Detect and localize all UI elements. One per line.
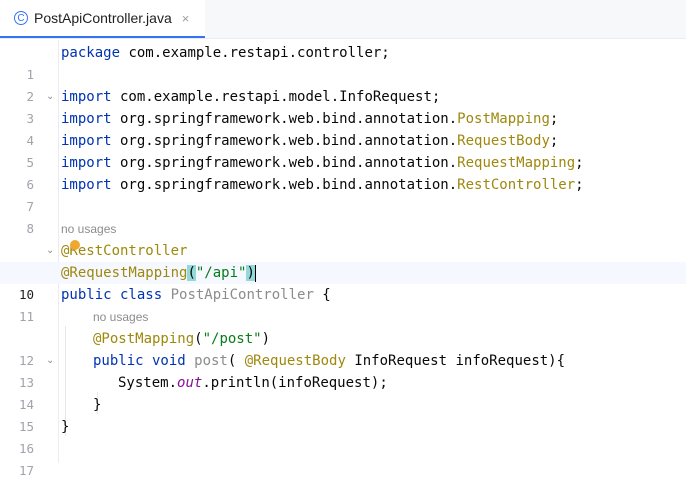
code-line: 11 public class PostApiController {: [0, 284, 686, 324]
code-text: import org.springframework.web.bind.anno…: [61, 177, 584, 193]
editor-tab-bar: C PostApiController.java ×: [0, 0, 686, 39]
tab-label: PostApiController.java: [34, 10, 172, 26]
code-line: 5 import org.springframework.web.bind.an…: [0, 130, 686, 170]
code-text: @RequestMapping("/api"): [61, 264, 256, 282]
code-line: 13 ⌄ public void post( @RequestBody Info…: [0, 350, 686, 390]
code-line: 7 import org.springframework.web.bind.an…: [0, 174, 686, 214]
close-icon[interactable]: ×: [182, 11, 190, 26]
code-line: 16 }: [0, 416, 686, 456]
code-line: 12 @PostMapping("/post"): [0, 328, 686, 368]
code-line-current: 10 @RequestMapping("/api"): [0, 262, 686, 302]
class-icon: C: [14, 11, 28, 25]
fold-chevron-icon[interactable]: ⌄: [46, 86, 54, 108]
code-text: public class PostApiController {: [61, 287, 331, 303]
code-text: }: [93, 397, 102, 413]
code-text: import org.springframework.web.bind.anno…: [61, 155, 584, 171]
code-line: 1 package com.example.restapi.controller…: [0, 42, 686, 82]
code-line: 9 ⌄ @RestController: [0, 240, 686, 280]
code-text: public void post( @RequestBody InfoReque…: [93, 353, 566, 369]
code-line: 14 System.out.println(infoRequest);: [0, 372, 686, 412]
code-text: }: [61, 419, 70, 435]
code-line: 4 import org.springframework.web.bind.an…: [0, 108, 686, 148]
code-text: import org.springframework.web.bind.anno…: [61, 133, 559, 149]
code-line: 3 ⌄ import com.example.restapi.model.Inf…: [0, 86, 686, 126]
usages-hint[interactable]: no usages: [93, 306, 148, 328]
intention-bulb-icon[interactable]: [70, 240, 80, 250]
code-editor[interactable]: 1 package com.example.restapi.controller…: [0, 40, 686, 478]
usages-hint[interactable]: no usages: [61, 218, 116, 240]
code-line: 17: [0, 438, 686, 478]
code-text: package com.example.restapi.controller;: [61, 45, 390, 61]
code-line: 6 import org.springframework.web.bind.an…: [0, 152, 686, 192]
line-number: 11: [18, 309, 34, 324]
text-caret: [254, 264, 256, 282]
tab-postapicontroller[interactable]: C PostApiController.java ×: [0, 0, 205, 38]
fold-chevron-icon[interactable]: ⌄: [46, 350, 54, 372]
code-text: import com.example.restapi.model.InfoReq…: [61, 89, 441, 105]
line-number: 8: [26, 221, 34, 236]
code-line: 2: [0, 64, 686, 104]
code-line: 15 }: [0, 394, 686, 434]
code-text: import org.springframework.web.bind.anno…: [61, 111, 559, 127]
code-text: @PostMapping("/post"): [93, 331, 271, 347]
line-number: 17: [18, 463, 34, 478]
code-line: 8: [0, 196, 686, 236]
code-text: System.out.println(infoRequest);: [118, 375, 388, 391]
fold-chevron-icon[interactable]: ⌄: [46, 240, 54, 262]
code-text: @RestController: [61, 243, 188, 259]
